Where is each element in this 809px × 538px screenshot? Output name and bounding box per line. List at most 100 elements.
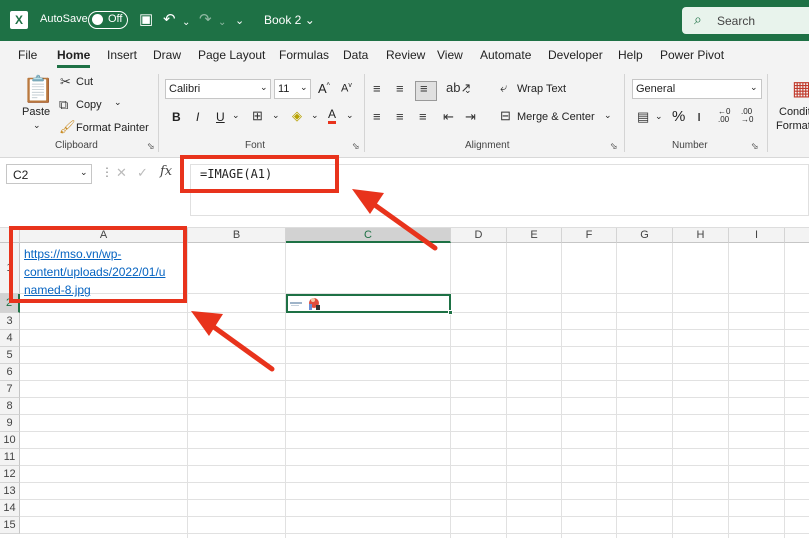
clipboard-launcher-icon[interactable]: ⬂ xyxy=(147,141,155,152)
tab-data[interactable]: Data xyxy=(343,48,368,62)
percent-style-icon[interactable]: % xyxy=(672,108,685,125)
align-bottom-icon[interactable]: ≡ xyxy=(420,81,428,96)
column-header[interactable]: I xyxy=(729,228,785,243)
save-icon[interactable]: ▣ xyxy=(139,11,153,29)
paste-dropdown-icon[interactable]: ⌄ xyxy=(33,120,41,131)
merge-center-icon[interactable]: ⊟ xyxy=(500,108,511,124)
tab-review[interactable]: Review xyxy=(386,48,425,62)
align-top-icon[interactable]: ≡ xyxy=(373,81,381,96)
row-header[interactable]: 11 xyxy=(0,449,20,466)
font-size-select[interactable]: 11 ⌄ xyxy=(274,79,311,99)
align-left-icon[interactable]: ≡ xyxy=(373,109,381,124)
tab-developer[interactable]: Developer xyxy=(548,48,603,62)
autosave-toggle[interactable]: Off xyxy=(88,11,128,29)
font-family-select[interactable]: Calibri ⌄ xyxy=(165,79,271,99)
paste-icon[interactable]: 📋 xyxy=(22,74,54,105)
underline-icon[interactable]: U xyxy=(216,110,225,124)
conditional-formatting-icon[interactable]: ▦ xyxy=(792,76,809,101)
format-painter-button[interactable]: Format Painter xyxy=(76,122,149,134)
font-color-icon[interactable]: A xyxy=(328,108,337,124)
borders-icon[interactable]: ⊞ xyxy=(252,108,263,124)
tab-automate[interactable]: Automate xyxy=(480,48,531,62)
row-header[interactable]: 13 xyxy=(0,483,20,500)
row-header[interactable]: 15 xyxy=(0,517,20,534)
fill-handle[interactable] xyxy=(448,310,453,315)
tab-view[interactable]: View xyxy=(437,48,463,62)
decrease-decimal-icon[interactable]: .00 →0 xyxy=(741,108,753,124)
tab-insert[interactable]: Insert xyxy=(107,48,137,62)
font-launcher-icon[interactable]: ⬂ xyxy=(352,141,360,152)
decrease-indent-icon[interactable]: ⇤ xyxy=(443,109,454,125)
wrap-text-button[interactable]: Wrap Text xyxy=(517,83,566,95)
row-header[interactable]: 7 xyxy=(0,381,20,398)
customize-toolbar-icon[interactable]: ⌄ xyxy=(235,12,244,30)
alignment-launcher-icon[interactable]: ⬂ xyxy=(610,141,618,152)
increase-font-icon[interactable]: A^ xyxy=(318,81,330,96)
align-middle-icon[interactable]: ≡ xyxy=(396,81,404,96)
column-header[interactable]: B xyxy=(188,228,286,243)
tab-page-layout[interactable]: Page Layout xyxy=(198,48,265,62)
format-painter-icon[interactable]: 🖌 xyxy=(59,119,76,135)
underline-dropdown-icon[interactable]: ⌄ xyxy=(232,110,240,121)
format-as-table-label[interactable]: Format as xyxy=(776,120,809,132)
tab-power-pivot[interactable]: Power Pivot xyxy=(660,48,724,62)
workbook-title[interactable]: Book 2 ⌄ xyxy=(264,13,315,27)
row-header[interactable]: 3 xyxy=(0,313,20,330)
orientation-dropdown-icon[interactable]: ⌄ xyxy=(464,85,472,96)
redo-icon[interactable]: ↷ xyxy=(199,11,212,29)
merge-dropdown-icon[interactable]: ⌄ xyxy=(604,110,612,121)
align-right-icon[interactable]: ≡ xyxy=(419,109,427,124)
merge-center-button[interactable]: Merge & Center xyxy=(517,111,595,123)
name-box[interactable]: C2 ⌄ xyxy=(6,164,92,184)
row-header[interactable]: 8 xyxy=(0,398,20,415)
cut-button[interactable]: Cut xyxy=(76,76,93,88)
redo-dropdown-icon[interactable]: ⌄ xyxy=(218,14,226,32)
enter-icon[interactable]: ✓ xyxy=(137,165,148,181)
copy-dropdown-icon[interactable]: ⌄ xyxy=(114,97,122,108)
row-header[interactable]: 6 xyxy=(0,364,20,381)
decrease-font-icon[interactable]: Av xyxy=(341,82,352,95)
fill-color-dropdown-icon[interactable]: ⌄ xyxy=(311,110,319,121)
column-header-partial[interactable] xyxy=(785,228,809,243)
row-header[interactable]: 14 xyxy=(0,500,20,517)
conditional-formatting-button[interactable]: Conditional xyxy=(779,106,809,118)
fill-color-icon[interactable]: ◈ xyxy=(292,108,302,124)
accounting-dropdown-icon[interactable]: ⌄ xyxy=(655,111,663,122)
more-options-icon[interactable]: ⋮ xyxy=(101,165,113,179)
undo-icon[interactable]: ↶ xyxy=(163,11,176,29)
column-header[interactable]: E xyxy=(507,228,562,243)
number-launcher-icon[interactable]: ⬂ xyxy=(751,141,759,152)
tab-draw[interactable]: Draw xyxy=(153,48,181,62)
row-header[interactable]: 9 xyxy=(0,415,20,432)
search-box[interactable]: ⌕ Search xyxy=(682,7,809,34)
comma-style-icon[interactable]: ı xyxy=(697,108,701,125)
number-format-select[interactable]: General ⌄ xyxy=(632,79,762,99)
undo-dropdown-icon[interactable]: ⌄ xyxy=(182,14,190,32)
copy-icon[interactable]: ⧉ xyxy=(59,97,68,113)
font-color-dropdown-icon[interactable]: ⌄ xyxy=(346,110,354,121)
copy-button[interactable]: Copy xyxy=(76,99,102,111)
row-header[interactable]: 10 xyxy=(0,432,20,449)
cancel-icon[interactable]: ✕ xyxy=(116,165,127,181)
insert-function-icon[interactable]: fx xyxy=(160,164,172,179)
selected-cell-c2[interactable] xyxy=(286,294,453,315)
column-header[interactable]: C xyxy=(286,228,451,243)
tab-help[interactable]: Help xyxy=(618,48,643,62)
bold-icon[interactable]: B xyxy=(172,110,181,124)
cut-icon[interactable]: ✂ xyxy=(60,74,71,90)
italic-icon[interactable]: I xyxy=(196,110,199,124)
column-header[interactable]: F xyxy=(562,228,617,243)
wrap-text-icon[interactable]: ⤶ xyxy=(500,80,507,96)
tab-formulas[interactable]: Formulas xyxy=(279,48,329,62)
column-header[interactable]: D xyxy=(451,228,507,243)
tab-home[interactable]: Home xyxy=(57,48,90,62)
row-header[interactable]: 5 xyxy=(0,347,20,364)
paste-button[interactable]: Paste xyxy=(22,106,50,118)
row-header[interactable]: 12 xyxy=(0,466,20,483)
increase-indent-icon[interactable]: ⇥ xyxy=(465,109,476,125)
column-header[interactable]: H xyxy=(673,228,729,243)
borders-dropdown-icon[interactable]: ⌄ xyxy=(272,110,280,121)
row-header[interactable]: 4 xyxy=(0,330,20,347)
accounting-format-icon[interactable]: ▤ xyxy=(637,109,649,125)
align-center-icon[interactable]: ≡ xyxy=(396,109,404,124)
